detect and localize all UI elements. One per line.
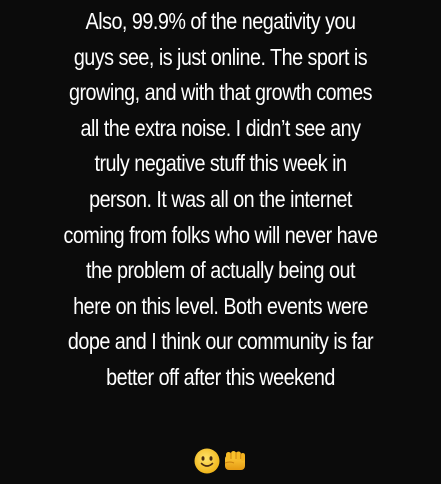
oncoming-fist-icon: [224, 451, 245, 470]
caption-line: Also, 99.9% of the negativity you: [85, 8, 356, 34]
caption-line: here on this level. Both events were: [73, 292, 368, 319]
caption-line: truly negative stuff this week in: [94, 150, 347, 177]
caption-line: person. It was all on the internet: [89, 185, 352, 212]
caption-line: all the extra noise. I didn’t see any: [80, 114, 361, 141]
emoji-row: [0, 445, 441, 477]
caption-line: the problem of actually being out: [86, 257, 355, 284]
caption-line: better off after this weekend: [106, 363, 335, 390]
caption-line: coming from folks who will never have: [63, 221, 378, 248]
story-canvas: Also, 99.9% of the negativity you guys s…: [0, 0, 441, 484]
caption-line: guys see, is just online. The sport is: [73, 43, 368, 70]
slightly-smiling-face-icon: [194, 448, 219, 474]
caption-line: dope and I think our community is far: [67, 328, 374, 355]
story-caption: Also, 99.9% of the negativity you guys s…: [0, 0, 441, 396]
caption-line: growing, and with that growth comes: [69, 79, 373, 106]
